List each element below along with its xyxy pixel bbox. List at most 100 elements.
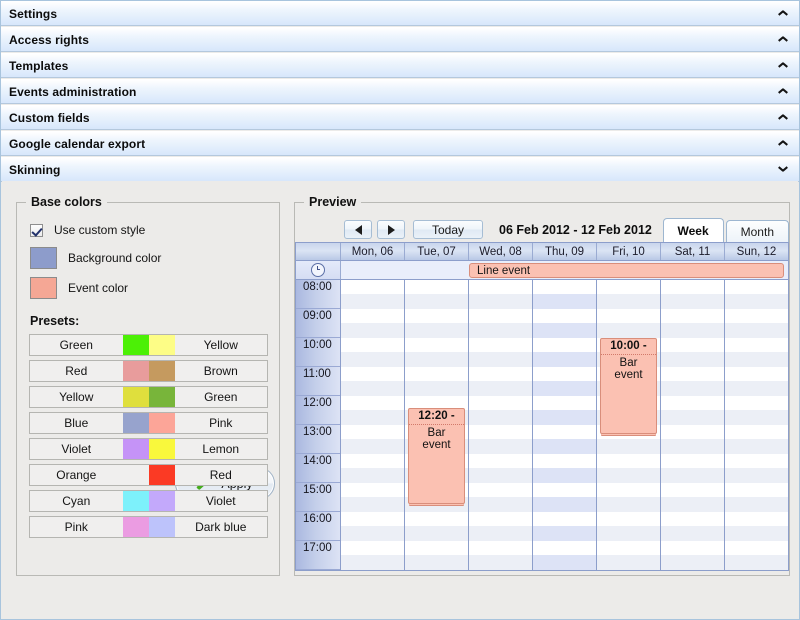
- preset-color-left: [122, 491, 149, 511]
- prev-week-button[interactable]: [344, 220, 372, 239]
- calendar-event[interactable]: 10:00 - Bar event: [600, 338, 657, 434]
- all-day-event[interactable]: Line event: [469, 263, 784, 278]
- calendar-grid: 08:00 09:00 10:00 11:00 12:00 13:00 14:00 15:00…: [295, 280, 789, 571]
- time-slot: 12:00: [296, 396, 340, 425]
- background-color-row[interactable]: Background color: [30, 247, 161, 269]
- day-column[interactable]: 12:20 - Bar event: [405, 280, 469, 570]
- preset-left-label: Violet: [61, 442, 92, 456]
- preset-left-label: Blue: [64, 416, 89, 430]
- chevron-up-icon[interactable]: [777, 34, 789, 46]
- time-label: 13:00: [303, 426, 332, 438]
- preset-right-label: Brown: [203, 364, 238, 378]
- day-columns: 12:20 - Bar event 10:00 - Bar event: [341, 280, 788, 570]
- presets-list: Green Yellow Red Brown Yellow Green Blue Pink Vi…: [29, 334, 268, 542]
- preset-color-left: [122, 439, 149, 459]
- event-title: Bar event: [614, 357, 643, 381]
- chevron-up-icon[interactable]: [777, 86, 789, 98]
- accordion-header-access-rights[interactable]: Access rights: [1, 27, 799, 52]
- preset-row[interactable]: Cyan Violet: [29, 490, 268, 512]
- day-column[interactable]: [341, 280, 405, 570]
- preset-left-label: Yellow: [59, 390, 94, 404]
- preset-color-left: [122, 361, 149, 381]
- day-column[interactable]: [469, 280, 533, 570]
- preset-right-label: Dark blue: [195, 520, 247, 534]
- view-tab-week[interactable]: Week: [662, 218, 724, 242]
- preset-color-chips: [122, 361, 175, 381]
- event-color-row[interactable]: Event color: [30, 277, 128, 299]
- time-label: 08:00: [303, 281, 332, 293]
- preset-left-label: Green: [59, 338, 93, 352]
- preset-color-right: [148, 361, 175, 381]
- day-header-cell[interactable]: Sun, 12: [725, 243, 788, 260]
- preset-color-right: [148, 491, 175, 511]
- time-label: 10:00: [303, 339, 332, 351]
- day-column[interactable]: [661, 280, 725, 570]
- accordion-header-custom-fields[interactable]: Custom fields: [1, 105, 799, 130]
- accordion-header-skinning[interactable]: Skinning: [1, 157, 799, 182]
- preset-color-right: [148, 517, 175, 537]
- day-column[interactable]: 10:00 - Bar event: [597, 280, 661, 570]
- preset-row[interactable]: Blue Pink: [29, 412, 268, 434]
- preset-row[interactable]: Pink Dark blue: [29, 516, 268, 538]
- preset-row[interactable]: Green Yellow: [29, 334, 268, 356]
- today-button[interactable]: Today: [413, 220, 483, 239]
- day-column[interactable]: [725, 280, 788, 570]
- chevron-up-icon[interactable]: [777, 60, 789, 72]
- calendar-event[interactable]: 12:20 - Bar event: [408, 408, 465, 504]
- day-header-row: Mon, 06 Tue, 07 Wed, 08 Thu, 09 Fri, 10 Sat, …: [295, 242, 789, 261]
- preset-row[interactable]: Red Brown: [29, 360, 268, 382]
- chevron-down-icon[interactable]: [777, 164, 789, 176]
- preset-color-right: [148, 439, 175, 459]
- time-label: 12:00: [303, 397, 332, 409]
- time-slot: 09:00: [296, 309, 340, 338]
- day-header-cell[interactable]: Wed, 08: [469, 243, 533, 260]
- all-day-track: Line event: [341, 261, 788, 279]
- chevron-up-icon[interactable]: [777, 112, 789, 124]
- time-slot: 14:00: [296, 454, 340, 483]
- clock-icon: [311, 263, 325, 277]
- preset-right-label: Violet: [205, 494, 236, 508]
- use-custom-style-row[interactable]: Use custom style: [30, 221, 145, 239]
- preset-left-label: Pink: [64, 520, 88, 534]
- accordion-header-templates[interactable]: Templates: [1, 53, 799, 78]
- event-time: 12:20 -: [409, 409, 464, 425]
- preset-right-label: Lemon: [202, 442, 240, 456]
- day-header-cell[interactable]: Thu, 09: [533, 243, 597, 260]
- preset-color-chips: [122, 491, 175, 511]
- preset-right-label: Pink: [209, 416, 233, 430]
- event-title: Bar event: [422, 427, 451, 451]
- preset-color-left: [122, 335, 149, 355]
- accordion-header-events-administration[interactable]: Events administration: [1, 79, 799, 104]
- day-header-cell[interactable]: Fri, 10: [597, 243, 661, 260]
- preset-row[interactable]: Yellow Green: [29, 386, 268, 408]
- preset-left-label: Red: [65, 364, 88, 378]
- time-label: 17:00: [303, 542, 332, 554]
- view-tab-month[interactable]: Month: [725, 220, 789, 242]
- chevron-up-icon[interactable]: [777, 138, 789, 150]
- calendar-toolbar: Today 06 Feb 2012 - 12 Feb 2012 Week Mont…: [295, 217, 789, 242]
- preset-color-right: [148, 335, 175, 355]
- skinning-panel: Base colors Use custom style Background …: [2, 181, 798, 618]
- accordion-title: Settings: [9, 6, 58, 21]
- preset-row[interactable]: Orange Red: [29, 464, 268, 486]
- preset-right-label: Green: [204, 390, 238, 404]
- next-week-button[interactable]: [377, 220, 405, 239]
- day-header-cell[interactable]: Sat, 11: [661, 243, 725, 260]
- calendar-preview: Today 06 Feb 2012 - 12 Feb 2012 Week Mont…: [295, 217, 789, 571]
- preset-color-chips: [122, 335, 175, 355]
- time-slot: 17:00: [296, 541, 340, 570]
- day-column[interactable]: [533, 280, 597, 570]
- preset-color-right: [148, 387, 175, 407]
- use-custom-style-checkbox[interactable]: [30, 223, 43, 237]
- accordion-header-google-calendar-export[interactable]: Google calendar export: [1, 131, 799, 156]
- preset-left-label: Cyan: [62, 494, 91, 508]
- event-color-swatch[interactable]: [30, 277, 57, 299]
- day-header-cell[interactable]: Mon, 06: [341, 243, 405, 260]
- day-header-cell[interactable]: Tue, 07: [405, 243, 469, 260]
- preset-row[interactable]: Violet Lemon: [29, 438, 268, 460]
- accordion-header-settings[interactable]: Settings: [1, 1, 799, 26]
- time-slot: 11:00: [296, 367, 340, 396]
- event-time: 10:00 -: [601, 339, 656, 355]
- chevron-up-icon[interactable]: [777, 8, 789, 20]
- background-color-swatch[interactable]: [30, 247, 57, 269]
